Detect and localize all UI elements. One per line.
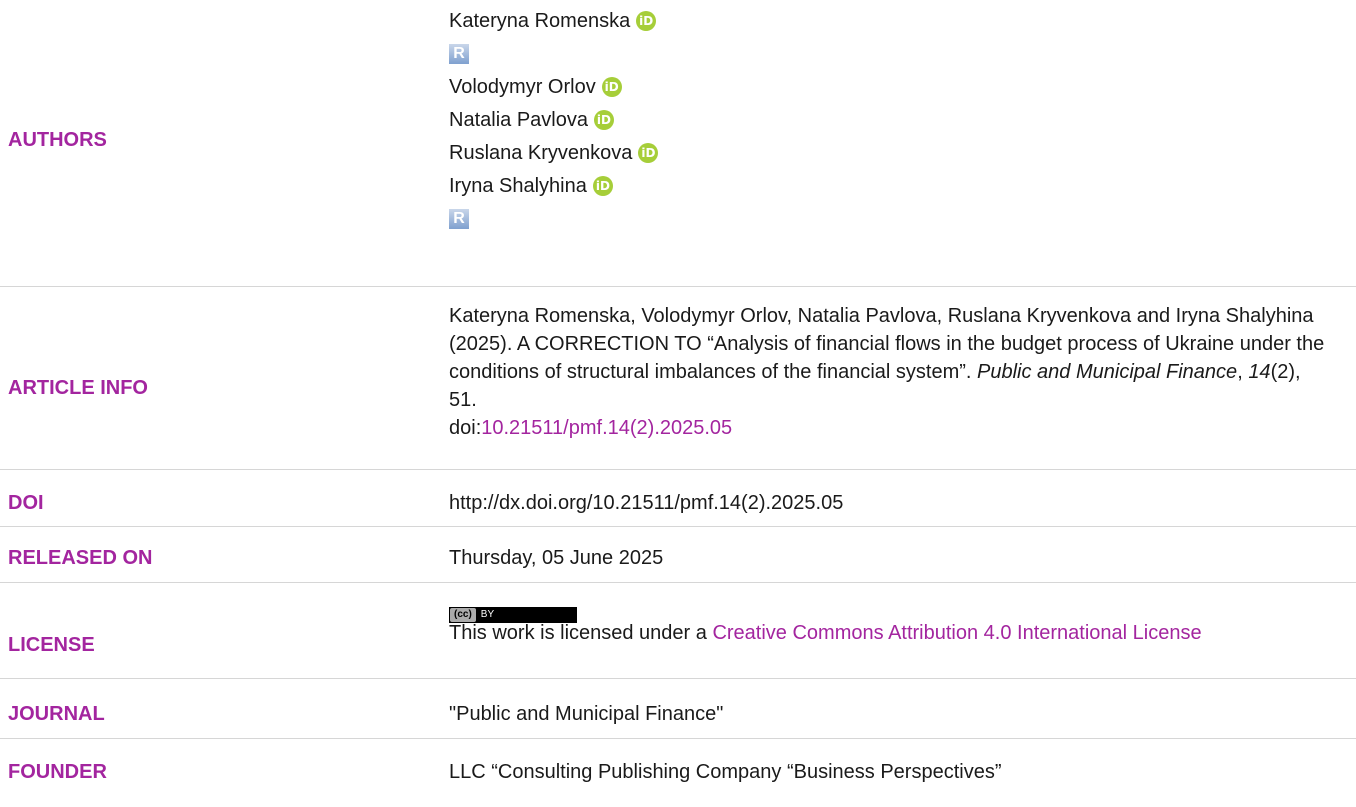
researchgate-icon[interactable]: R — [449, 43, 469, 64]
license-text: This work is licensed under a — [449, 622, 713, 644]
founder-label: FOUNDER — [8, 761, 107, 783]
citation-text: Kateryna Romenska, Volodymyr Orlov, Nata… — [449, 302, 1329, 442]
author-item: Iryna Shalyhina iD — [449, 169, 1339, 202]
author-name[interactable]: Ruslana Kryvenkova — [449, 139, 632, 167]
doi-label: DOI — [8, 492, 44, 514]
orcid-icon[interactable]: iD — [601, 76, 622, 97]
citation-journal: Public and Municipal Finance — [977, 361, 1238, 383]
divider — [0, 286, 1356, 287]
author-name[interactable]: Kateryna Romenska — [449, 7, 630, 35]
citation-volume: 14 — [1248, 361, 1271, 383]
author-item: Natalia Pavlova iD — [449, 103, 1339, 136]
license-link[interactable]: Creative Commons Attribution 4.0 Interna… — [712, 622, 1201, 644]
license-value: (cc) BY This work is licensed under a Cr… — [449, 597, 1339, 647]
researchgate-line: R — [449, 202, 1339, 235]
released-on-label: RELEASED ON — [8, 547, 153, 569]
divider — [0, 469, 1356, 470]
orcid-icon[interactable]: iD — [592, 175, 613, 196]
orcid-icon[interactable]: iD — [636, 10, 657, 31]
author-item: Ruslana Kryvenkova iD — [449, 136, 1339, 169]
license-label: LICENSE — [8, 634, 95, 656]
authors-label: AUTHORS — [8, 129, 107, 151]
author-item: Kateryna Romenska iD — [449, 4, 1339, 37]
founder-value: LLC “Consulting Publishing Company “Busi… — [449, 761, 1002, 783]
researchgate-icon[interactable]: R — [449, 208, 469, 229]
citation-comma: , — [1237, 361, 1249, 383]
researchgate-line: R — [449, 37, 1339, 70]
orcid-icon[interactable]: iD — [593, 109, 614, 130]
orcid-icon[interactable]: iD — [638, 142, 659, 163]
author-name[interactable]: Iryna Shalyhina — [449, 172, 587, 200]
doi-value[interactable]: http://dx.doi.org/10.21511/pmf.14(2).202… — [449, 489, 1339, 517]
journal-value: "Public and Municipal Finance" — [449, 703, 724, 725]
author-name[interactable]: Volodymyr Orlov — [449, 73, 596, 101]
author-item: Volodymyr Orlov iD — [449, 70, 1339, 103]
divider — [0, 678, 1356, 679]
article-info-label: ARTICLE INFO — [8, 377, 148, 399]
journal-label: JOURNAL — [8, 703, 105, 725]
divider — [0, 526, 1356, 527]
divider — [0, 582, 1356, 583]
divider — [0, 738, 1356, 739]
authors-list: Kateryna Romenska iD R Volodymyr Orlov i… — [449, 4, 1339, 235]
citation-doi-prefix: doi: — [449, 417, 482, 439]
released-on-value: Thursday, 05 June 2025 — [449, 547, 664, 569]
author-name[interactable]: Natalia Pavlova — [449, 106, 588, 134]
citation-doi-link[interactable]: 10.21511/pmf.14(2).2025.05 — [481, 417, 732, 439]
